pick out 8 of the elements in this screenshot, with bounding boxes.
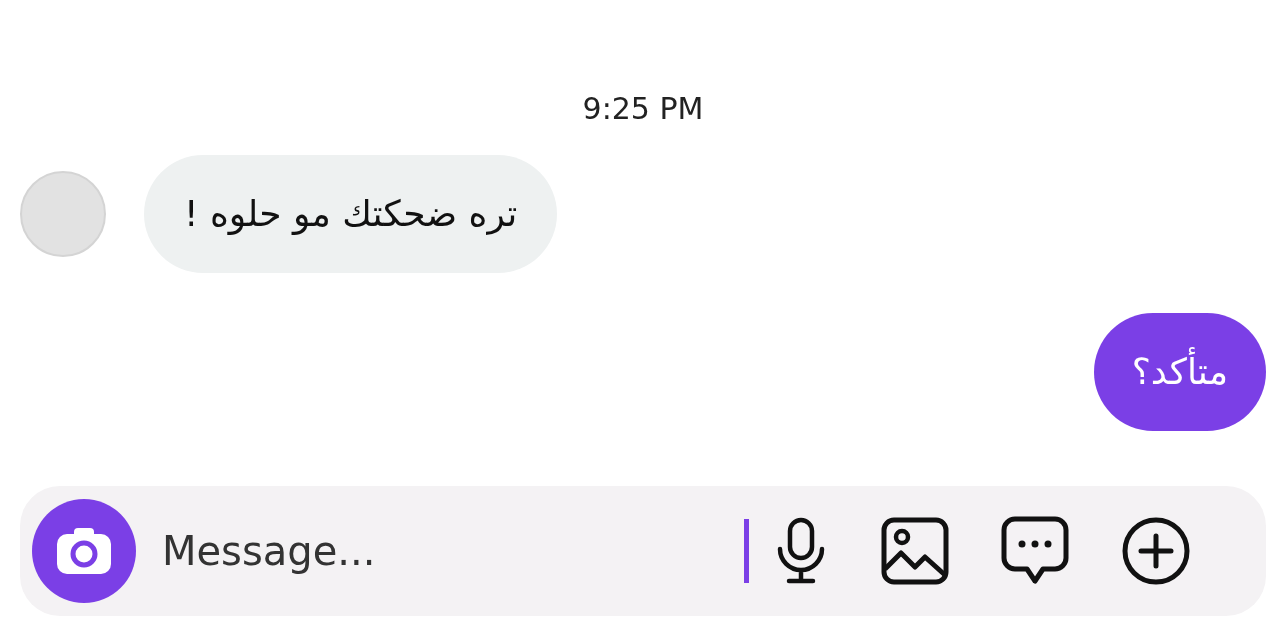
sent-message: متأكد؟ bbox=[1093, 313, 1266, 431]
chat-icon[interactable] bbox=[1001, 516, 1069, 586]
timestamp: 9:25 PM bbox=[582, 91, 704, 126]
message-input[interactable]: Message... bbox=[160, 520, 720, 582]
received-message: تره ضحكتك مو حلوه ! bbox=[144, 155, 558, 273]
plus-icon[interactable] bbox=[1121, 516, 1191, 586]
camera-icon bbox=[55, 526, 113, 576]
image-icon[interactable] bbox=[881, 517, 949, 585]
